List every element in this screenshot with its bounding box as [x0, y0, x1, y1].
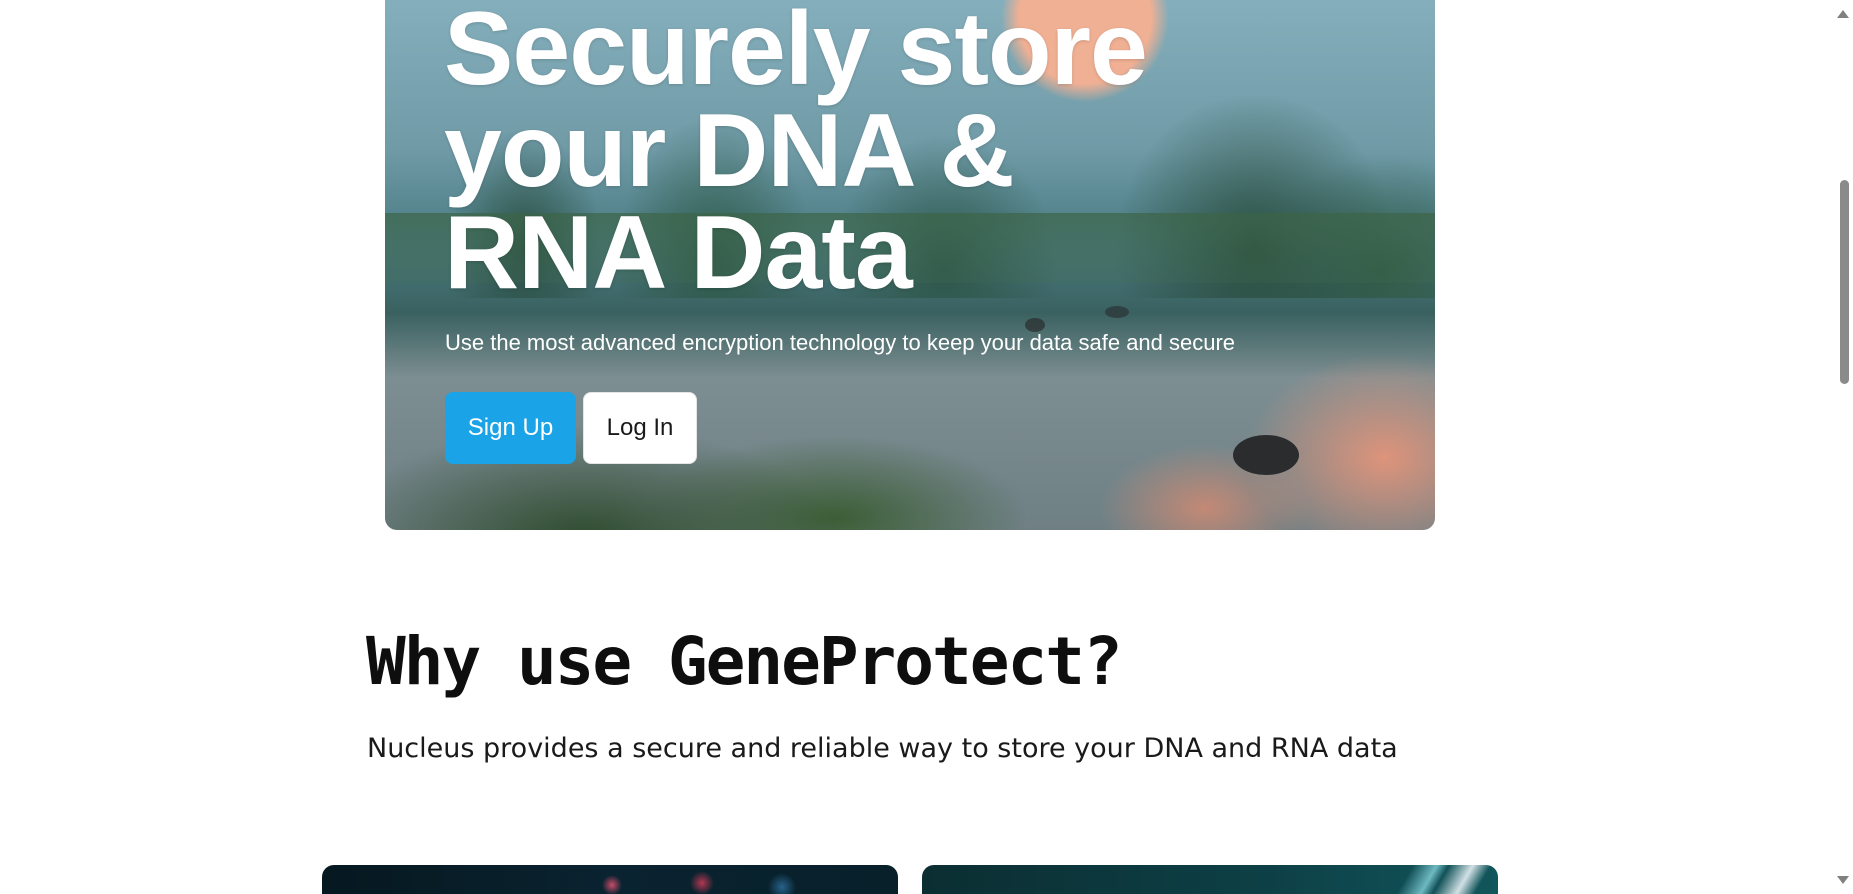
hero-actions: Sign Up Log In — [445, 392, 697, 464]
hero-title: Securely store your DNA & RNA Data — [444, 0, 1148, 311]
log-in-button[interactable]: Log In — [583, 392, 697, 464]
hero-background-rock — [1105, 306, 1129, 318]
hero-banner: Securely store your DNA & RNA Data Use t… — [385, 0, 1435, 530]
vertical-scrollbar[interactable] — [1833, 0, 1853, 894]
scroll-up-arrow-icon[interactable] — [1837, 10, 1849, 18]
feature-card-image[interactable] — [322, 865, 898, 894]
hero-background-rock — [1233, 435, 1299, 475]
page: Securely store your DNA & RNA Data Use t… — [0, 0, 1853, 894]
sign-up-button[interactable]: Sign Up — [445, 392, 576, 464]
feature-card-image[interactable] — [922, 865, 1498, 894]
why-section-title: Why use GeneProtect? — [366, 623, 1123, 700]
why-section-description: Nucleus provides a secure and reliable w… — [367, 733, 1398, 764]
scroll-down-arrow-icon[interactable] — [1837, 876, 1849, 884]
scroll-thumb[interactable] — [1840, 180, 1849, 384]
hero-subtitle: Use the most advanced encryption technol… — [445, 330, 1236, 355]
